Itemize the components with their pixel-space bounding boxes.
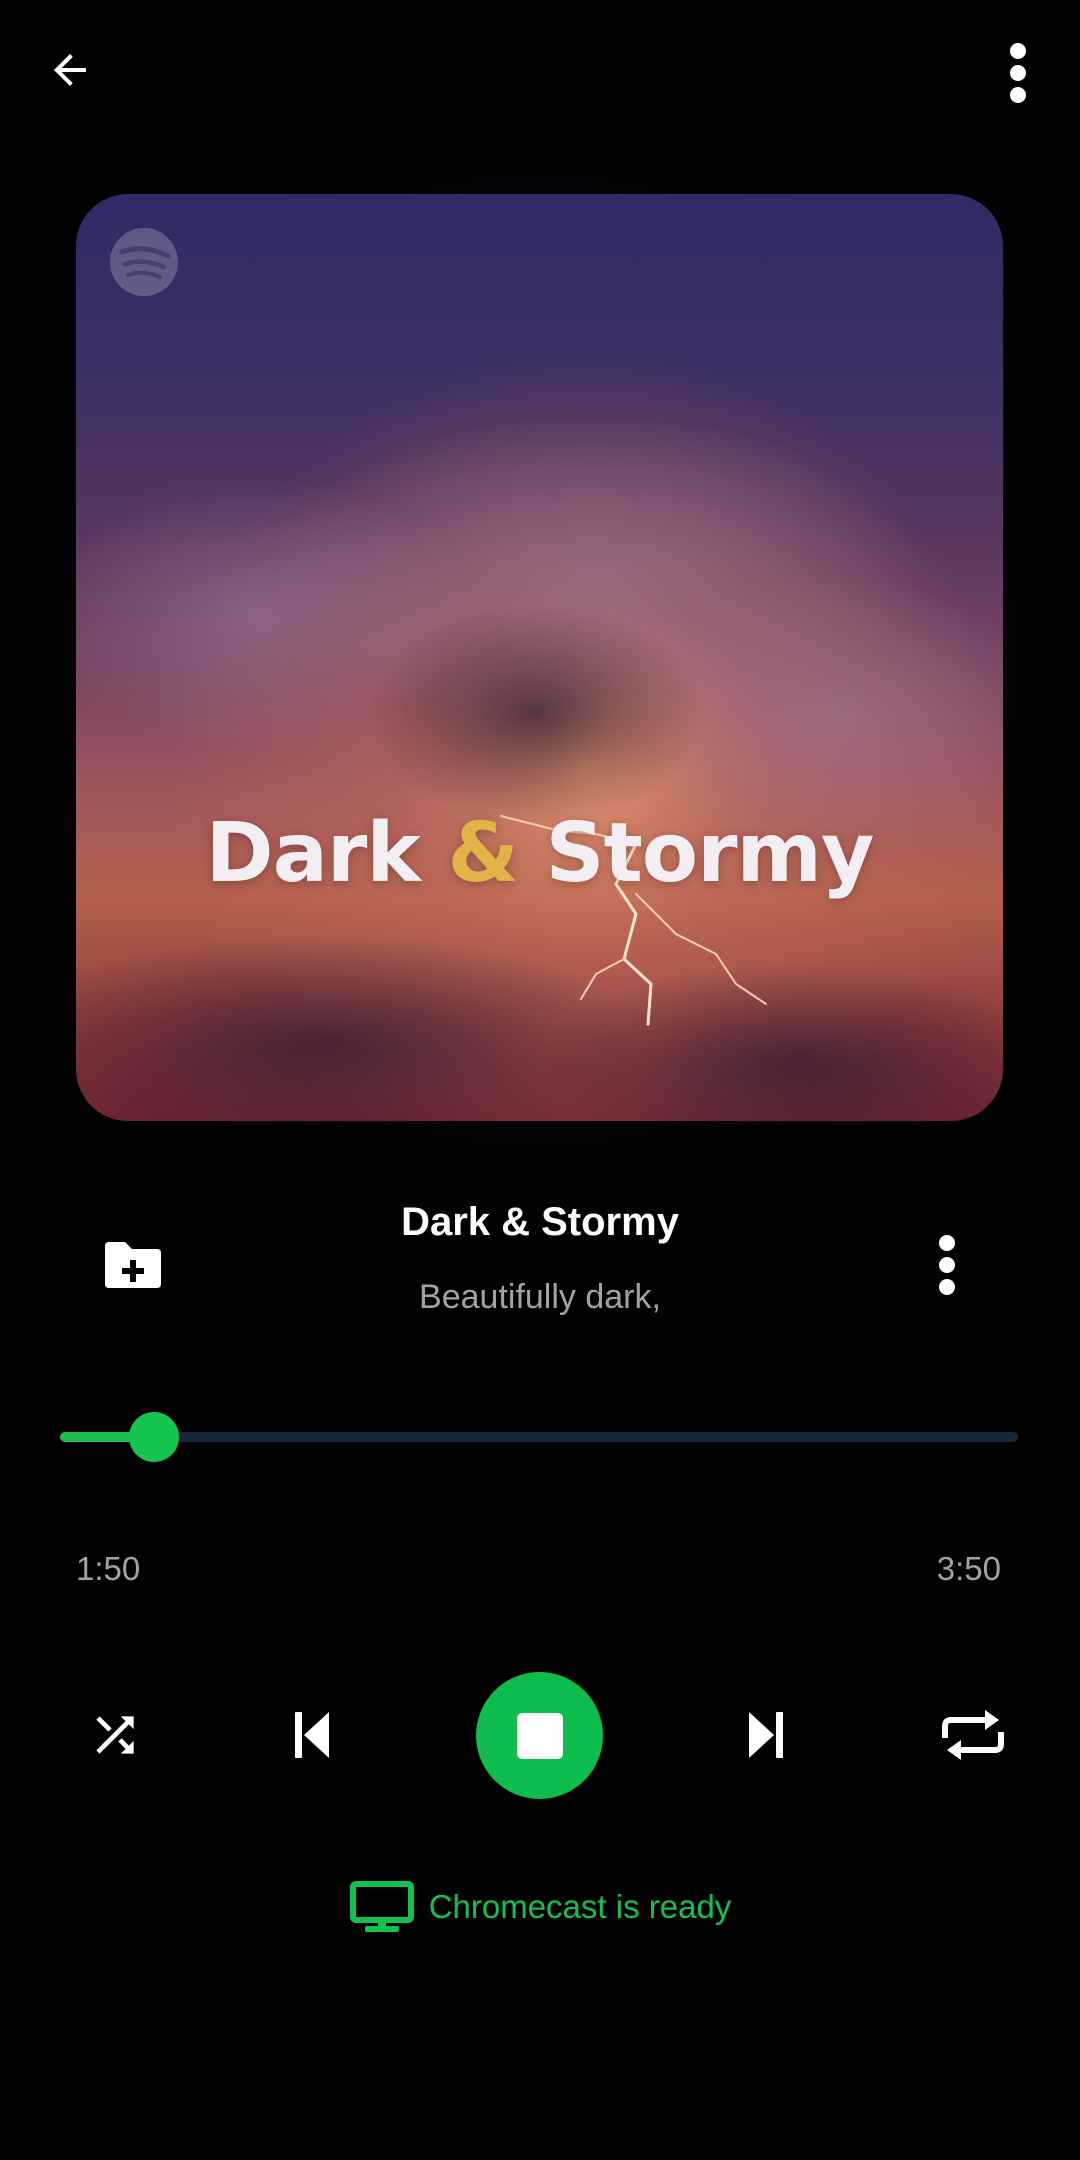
skip-previous-icon	[295, 1712, 329, 1758]
shuffle-icon	[96, 1716, 134, 1754]
seek-bar[interactable]	[60, 1412, 1018, 1462]
repeat-icon	[942, 1710, 1004, 1760]
album-art: Dark & Stormy	[76, 194, 1003, 1121]
stop-button[interactable]	[476, 1672, 603, 1799]
seek-bar-thumb[interactable]	[128, 1412, 179, 1462]
stop-icon	[516, 1712, 563, 1759]
arrow-left-icon	[54, 54, 86, 86]
more-vertical-icon	[1010, 43, 1026, 103]
chromecast-status[interactable]: Chromecast is ready	[0, 1880, 1080, 1934]
next-button[interactable]	[720, 1690, 810, 1780]
add-to-playlist-button[interactable]	[78, 1210, 188, 1320]
repeat-button[interactable]	[928, 1690, 1018, 1780]
track-title: Dark & Stormy	[401, 1200, 679, 1244]
skip-next-icon	[749, 1712, 783, 1758]
track-subtitle: Beautifully dark,	[419, 1278, 661, 1316]
elapsed-time: 1:50	[76, 1550, 141, 1587]
header-menu-button[interactable]	[970, 25, 1066, 121]
folder-plus-icon	[105, 1242, 161, 1288]
previous-button[interactable]	[268, 1690, 358, 1780]
total-duration: 3:50	[936, 1550, 1001, 1587]
storm-scene	[76, 194, 1003, 1121]
chromecast-label: Chromecast is ready	[428, 1888, 732, 1925]
track-more-button[interactable]	[892, 1210, 1002, 1320]
more-vertical-icon	[939, 1235, 955, 1295]
shuffle-button[interactable]	[70, 1690, 160, 1780]
tv-icon	[349, 1881, 414, 1932]
back-button[interactable]	[22, 22, 118, 118]
seek-bar-track	[60, 1432, 1018, 1442]
